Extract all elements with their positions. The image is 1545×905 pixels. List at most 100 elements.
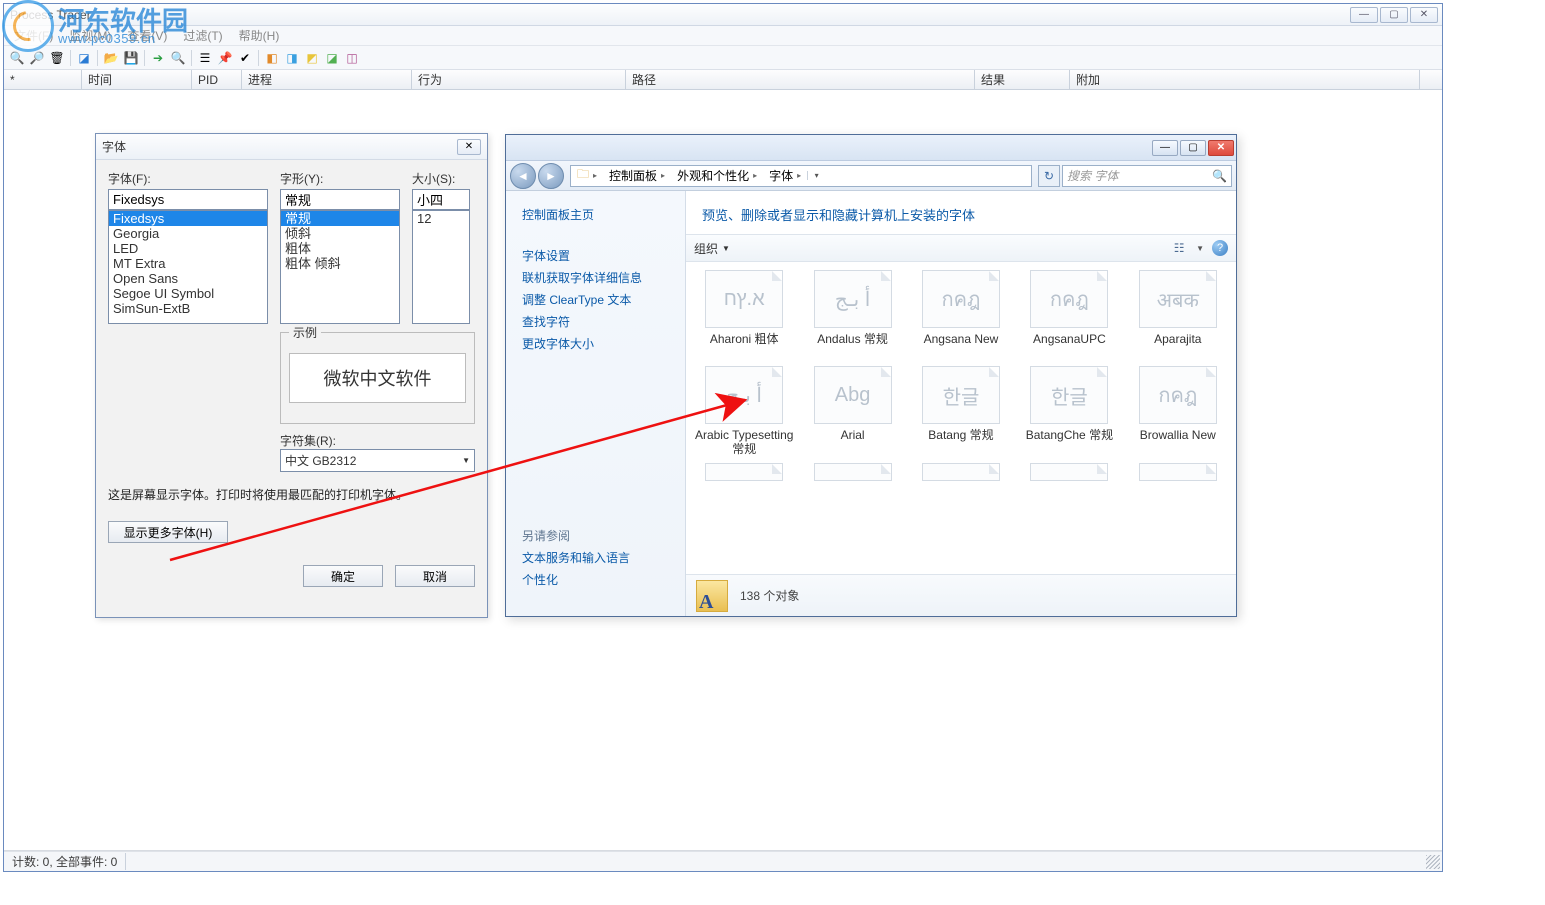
cancel-button[interactable]: 取消 (395, 565, 475, 587)
font-tile[interactable] (692, 463, 796, 485)
menu-filter[interactable]: 过滤(T) (175, 25, 230, 46)
list-item[interactable]: 粗体 倾斜 (281, 256, 399, 271)
font-dialog-close-icon[interactable]: ✕ (457, 139, 481, 155)
organize-button[interactable]: 组织 ▼ (694, 240, 730, 257)
check-icon[interactable]: ✔ (236, 49, 254, 67)
style-input[interactable] (280, 189, 400, 210)
pin-icon[interactable]: 📌 (216, 49, 234, 67)
filter-icon[interactable]: ◪ (75, 49, 93, 67)
opt2-icon[interactable]: ◨ (283, 49, 301, 67)
sidebar-home[interactable]: 控制面板主页 (522, 206, 685, 223)
menu-help[interactable]: 帮助(H) (231, 25, 288, 46)
open-icon[interactable]: 📂 (102, 49, 120, 67)
list-item[interactable]: SimSun-ExtB (109, 301, 267, 316)
maximize-button[interactable]: ▢ (1380, 7, 1408, 23)
see-also-0[interactable]: 文本服务和输入语言 (522, 549, 685, 566)
help-icon[interactable]: ? (1212, 240, 1228, 256)
font-tile[interactable] (1126, 463, 1230, 485)
menu-view[interactable]: 查看(V) (119, 25, 175, 46)
font-list[interactable]: FixedsysGeorgiaLEDMT ExtraOpen SansSegoe… (108, 210, 268, 324)
opt1-icon[interactable]: ◧ (263, 49, 281, 67)
list-item[interactable]: Segoe UI Symbol (109, 286, 267, 301)
column-header[interactable]: 结果 (975, 70, 1070, 89)
list-item[interactable]: 倾斜 (281, 226, 399, 241)
font-input[interactable] (108, 189, 268, 210)
search-input[interactable]: 搜索 字体 🔍 (1062, 165, 1232, 187)
list-item[interactable]: 12 (413, 211, 469, 226)
explorer-close-button[interactable]: ✕ (1208, 140, 1234, 156)
explorer-minimize-button[interactable]: — (1152, 140, 1178, 156)
goto-icon[interactable]: ➔ (149, 49, 167, 67)
sidebar-link-0[interactable]: 字体设置 (522, 247, 685, 264)
trash-icon[interactable]: 🗑 (48, 49, 66, 67)
font-tile[interactable]: أ بـجArabic Typesetting 常规 (692, 366, 796, 457)
font-tile[interactable] (800, 463, 904, 485)
list-item[interactable]: Georgia (109, 226, 267, 241)
more-fonts-button[interactable]: 显示更多字体(H) (108, 521, 228, 543)
font-tile[interactable]: AbgArial (800, 366, 904, 457)
save-icon[interactable]: 💾 (122, 49, 140, 67)
see-also-1[interactable]: 个性化 (522, 571, 685, 588)
find-icon[interactable]: 🔍 (169, 49, 187, 67)
opt3-icon[interactable]: ◩ (303, 49, 321, 67)
zoom-out-icon[interactable]: 🔎 (28, 49, 46, 67)
list-item[interactable]: 常规 (281, 211, 399, 226)
list-icon[interactable]: ☰ (196, 49, 214, 67)
minimize-button[interactable]: — (1350, 7, 1378, 23)
list-item[interactable]: 粗体 (281, 241, 399, 256)
nav-forward-icon[interactable]: ► (538, 163, 564, 189)
opt5-icon[interactable]: ◫ (343, 49, 361, 67)
font-tile[interactable] (1017, 463, 1121, 485)
list-item[interactable]: Open Sans (109, 271, 267, 286)
size-input[interactable] (412, 189, 470, 210)
column-header[interactable]: PID (192, 70, 242, 89)
opt4-icon[interactable]: ◪ (323, 49, 341, 67)
address-bar[interactable]: 🗀▸ 控制面板▸ 外观和个性化▸ 字体▸ ▾ (570, 165, 1032, 187)
list-item[interactable]: Fixedsys (109, 211, 267, 226)
ok-button[interactable]: 确定 (303, 565, 383, 587)
font-tile[interactable]: 한글Batang 常规 (909, 366, 1013, 457)
breadcrumb-0[interactable]: 控制面板 (609, 167, 657, 184)
menu-monitor[interactable]: 监视(M) (61, 25, 119, 46)
sidebar-link-2[interactable]: 调整 ClearType 文本 (522, 291, 685, 308)
resize-grip[interactable] (1426, 855, 1440, 869)
font-tile[interactable]: กคฎAngsana New (909, 270, 1013, 360)
font-tile[interactable]: กคฎBrowallia New (1126, 366, 1230, 457)
menu-file[interactable]: 文件(F) (6, 25, 61, 46)
sample-fieldset: 示例 微软中文软件 (280, 332, 475, 424)
chevron-down-icon[interactable]: ▼ (1196, 244, 1204, 253)
view-icon[interactable]: ☷ (1170, 239, 1188, 257)
column-header[interactable]: 路径 (626, 70, 975, 89)
list-item[interactable]: MT Extra (109, 256, 267, 271)
zoom-in-icon[interactable]: 🔍 (8, 49, 26, 67)
font-tile[interactable]: א.ץחAharoni 粗体 (692, 270, 796, 360)
breadcrumb-1[interactable]: 外观和个性化 (677, 167, 749, 184)
size-list[interactable]: 12 (412, 210, 470, 324)
column-header[interactable]: 附加 (1070, 70, 1420, 89)
font-tile[interactable]: أ بـجAndalus 常规 (800, 270, 904, 360)
list-item[interactable]: LED (109, 241, 267, 256)
close-button[interactable]: ✕ (1410, 7, 1438, 23)
sidebar-link-1[interactable]: 联机获取字体详细信息 (522, 269, 685, 286)
font-dialog-titlebar[interactable]: 字体 ✕ (96, 134, 487, 160)
font-tile[interactable]: กคฎAngsanaUPC (1017, 270, 1121, 360)
sidebar-link-4[interactable]: 更改字体大小 (522, 335, 685, 352)
font-tile[interactable]: अबकAparajita (1126, 270, 1230, 360)
style-list[interactable]: 常规倾斜粗体粗体 倾斜 (280, 210, 400, 324)
column-header[interactable]: 行为 (412, 70, 626, 89)
refresh-icon[interactable]: ↻ (1038, 165, 1060, 187)
font-tile[interactable] (909, 463, 1013, 485)
column-header[interactable]: 时间 (82, 70, 192, 89)
sidebar-link-3[interactable]: 查找字符 (522, 313, 685, 330)
nav-back-icon[interactable]: ◄ (510, 163, 536, 189)
charset-combo[interactable]: 中文 GB2312 ▼ (280, 449, 475, 472)
explorer-maximize-button[interactable]: ▢ (1180, 140, 1206, 156)
column-header[interactable]: * (4, 70, 82, 89)
explorer-titlebar[interactable]: — ▢ ✕ (506, 135, 1236, 161)
main-titlebar[interactable]: Process Tracer — ▢ ✕ (4, 4, 1442, 26)
address-dropdown-icon[interactable]: ▾ (807, 171, 825, 180)
column-header[interactable]: 进程 (242, 70, 412, 89)
breadcrumb-2[interactable]: 字体 (769, 167, 793, 184)
style-label: 字形(Y): (280, 170, 400, 187)
font-tile[interactable]: 한글BatangChe 常规 (1017, 366, 1121, 457)
